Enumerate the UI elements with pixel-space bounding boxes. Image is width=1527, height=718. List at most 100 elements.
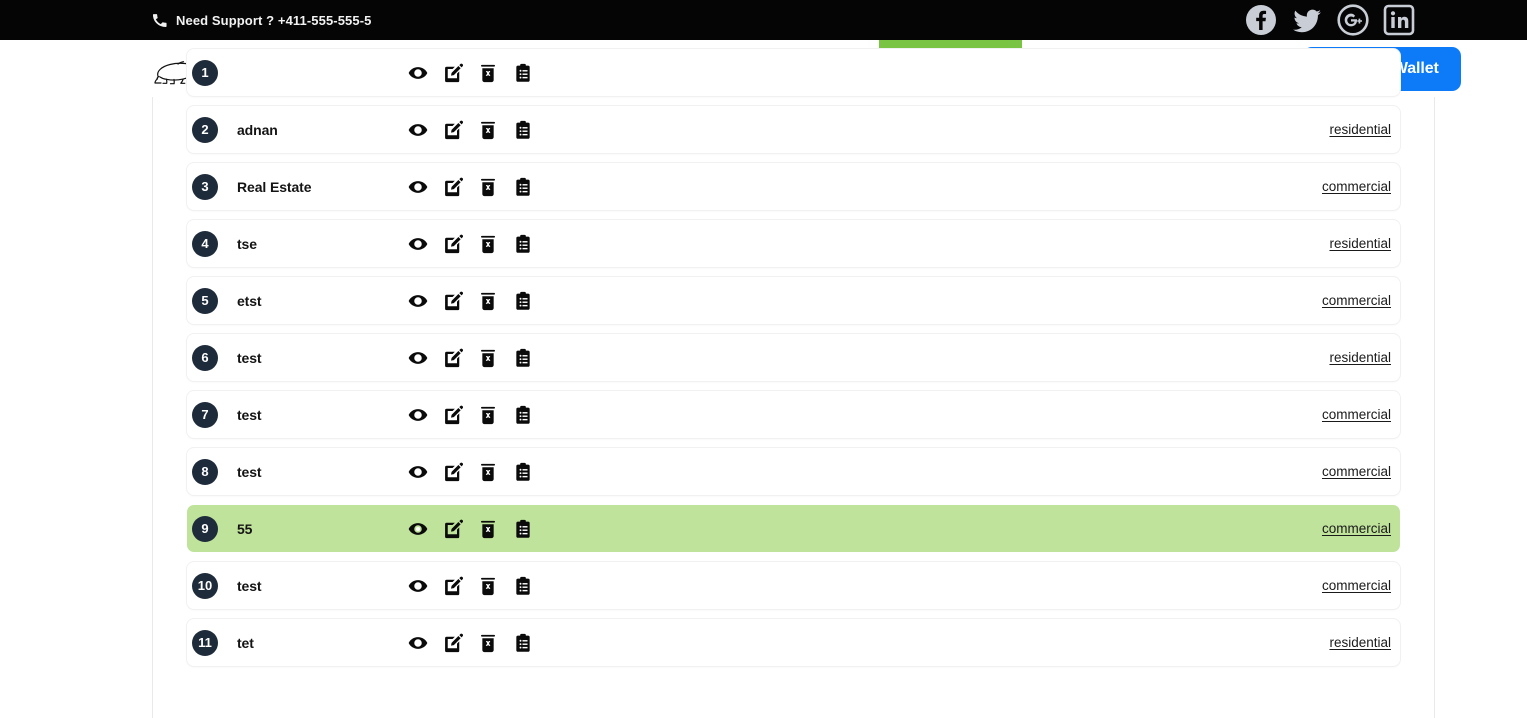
twitter-icon[interactable] bbox=[1291, 4, 1323, 36]
details-icon[interactable] bbox=[513, 519, 533, 539]
details-icon[interactable] bbox=[513, 291, 533, 311]
row-actions bbox=[408, 291, 533, 311]
delete-icon[interactable] bbox=[478, 633, 498, 653]
table-row-2[interactable]: 2 adnan residential bbox=[187, 106, 1400, 153]
edit-icon[interactable] bbox=[443, 405, 463, 425]
container-right-border bbox=[1434, 97, 1435, 718]
edit-icon[interactable] bbox=[443, 462, 463, 482]
edit-icon[interactable] bbox=[443, 234, 463, 254]
row-actions bbox=[408, 348, 533, 368]
details-icon[interactable] bbox=[513, 462, 533, 482]
row-actions bbox=[408, 177, 533, 197]
details-icon[interactable] bbox=[513, 177, 533, 197]
delete-icon[interactable] bbox=[478, 234, 498, 254]
table-row-5[interactable]: 5 etst commercial bbox=[187, 277, 1400, 324]
details-icon[interactable] bbox=[513, 576, 533, 596]
edit-icon[interactable] bbox=[443, 177, 463, 197]
table-row-8[interactable]: 8 test commercial bbox=[187, 448, 1400, 495]
row-type-link[interactable]: residential bbox=[1329, 635, 1391, 650]
table-row-1[interactable]: 1 bbox=[187, 49, 1400, 96]
row-actions bbox=[408, 405, 533, 425]
edit-icon[interactable] bbox=[443, 519, 463, 539]
row-index-badge: 7 bbox=[192, 401, 218, 428]
view-icon[interactable] bbox=[408, 63, 428, 83]
row-actions bbox=[408, 63, 533, 83]
table-row-11[interactable]: 11 tet residential bbox=[187, 619, 1400, 666]
delete-icon[interactable] bbox=[478, 177, 498, 197]
row-type-link[interactable]: residential bbox=[1329, 236, 1391, 251]
details-icon[interactable] bbox=[513, 120, 533, 140]
row-name: tse bbox=[237, 235, 257, 252]
details-icon[interactable] bbox=[513, 633, 533, 653]
facebook-icon[interactable] bbox=[1245, 4, 1277, 36]
social-links bbox=[1245, 4, 1415, 36]
table-row-6[interactable]: 6 test residential bbox=[187, 334, 1400, 381]
row-index-badge: 1 bbox=[192, 59, 218, 86]
row-index-badge: 10 bbox=[192, 572, 218, 599]
top-utility-bar: Need Support ? +411-555-555-5 bbox=[0, 0, 1527, 40]
details-icon[interactable] bbox=[513, 63, 533, 83]
row-actions bbox=[408, 519, 533, 539]
details-icon[interactable] bbox=[513, 348, 533, 368]
delete-icon[interactable] bbox=[478, 63, 498, 83]
edit-icon[interactable] bbox=[443, 120, 463, 140]
row-name: etst bbox=[237, 292, 262, 309]
view-icon[interactable] bbox=[408, 177, 428, 197]
edit-icon[interactable] bbox=[443, 633, 463, 653]
row-name: 55 bbox=[237, 520, 253, 537]
delete-icon[interactable] bbox=[478, 576, 498, 596]
row-name: test bbox=[237, 406, 262, 423]
view-icon[interactable] bbox=[408, 405, 428, 425]
row-type-link[interactable]: commercial bbox=[1322, 179, 1391, 194]
delete-icon[interactable] bbox=[478, 291, 498, 311]
row-name: tet bbox=[237, 634, 254, 651]
view-icon[interactable] bbox=[408, 576, 428, 596]
row-index-badge: 5 bbox=[192, 287, 218, 314]
delete-icon[interactable] bbox=[478, 348, 498, 368]
row-type-link[interactable]: commercial bbox=[1322, 293, 1391, 308]
delete-icon[interactable] bbox=[478, 462, 498, 482]
property-list: 1 2 adnan residential 3 Real Estate comm… bbox=[187, 49, 1400, 676]
row-type-link[interactable]: commercial bbox=[1322, 578, 1391, 593]
row-name: test bbox=[237, 349, 262, 366]
row-index-badge: 6 bbox=[192, 344, 218, 371]
row-type-link[interactable]: commercial bbox=[1322, 521, 1391, 536]
view-icon[interactable] bbox=[408, 234, 428, 254]
edit-icon[interactable] bbox=[443, 63, 463, 83]
delete-icon[interactable] bbox=[478, 405, 498, 425]
delete-icon[interactable] bbox=[478, 120, 498, 140]
row-actions bbox=[408, 576, 533, 596]
row-index-badge: 4 bbox=[192, 230, 218, 257]
phone-icon bbox=[152, 13, 167, 28]
row-type-link[interactable]: residential bbox=[1329, 122, 1391, 137]
table-row-4[interactable]: 4 tse residential bbox=[187, 220, 1400, 267]
details-icon[interactable] bbox=[513, 234, 533, 254]
table-row-9[interactable]: 9 55 commercial bbox=[187, 505, 1400, 552]
row-type-link[interactable]: residential bbox=[1329, 350, 1391, 365]
dashboard-body: 1 2 adnan residential 3 Real Estate comm… bbox=[0, 49, 1527, 718]
row-type-link[interactable]: commercial bbox=[1322, 464, 1391, 479]
table-row-10[interactable]: 10 test commercial bbox=[187, 562, 1400, 609]
linkedin-icon[interactable] bbox=[1383, 4, 1415, 36]
row-index-badge: 3 bbox=[192, 173, 218, 200]
edit-icon[interactable] bbox=[443, 348, 463, 368]
table-row-7[interactable]: 7 test commercial bbox=[187, 391, 1400, 438]
view-icon[interactable] bbox=[408, 633, 428, 653]
row-name: test bbox=[237, 577, 262, 594]
row-index-badge: 8 bbox=[192, 458, 218, 485]
row-name: test bbox=[237, 463, 262, 480]
table-row-3[interactable]: 3 Real Estate commercial bbox=[187, 163, 1400, 210]
delete-icon[interactable] bbox=[478, 519, 498, 539]
view-icon[interactable] bbox=[408, 348, 428, 368]
view-icon[interactable] bbox=[408, 120, 428, 140]
google-plus-icon[interactable] bbox=[1337, 4, 1369, 36]
edit-icon[interactable] bbox=[443, 291, 463, 311]
view-icon[interactable] bbox=[408, 291, 428, 311]
row-type-link[interactable]: commercial bbox=[1322, 407, 1391, 422]
edit-icon[interactable] bbox=[443, 576, 463, 596]
details-icon[interactable] bbox=[513, 405, 533, 425]
view-icon[interactable] bbox=[408, 462, 428, 482]
row-name: Real Estate bbox=[237, 178, 312, 195]
row-actions bbox=[408, 462, 533, 482]
view-icon[interactable] bbox=[408, 519, 428, 539]
